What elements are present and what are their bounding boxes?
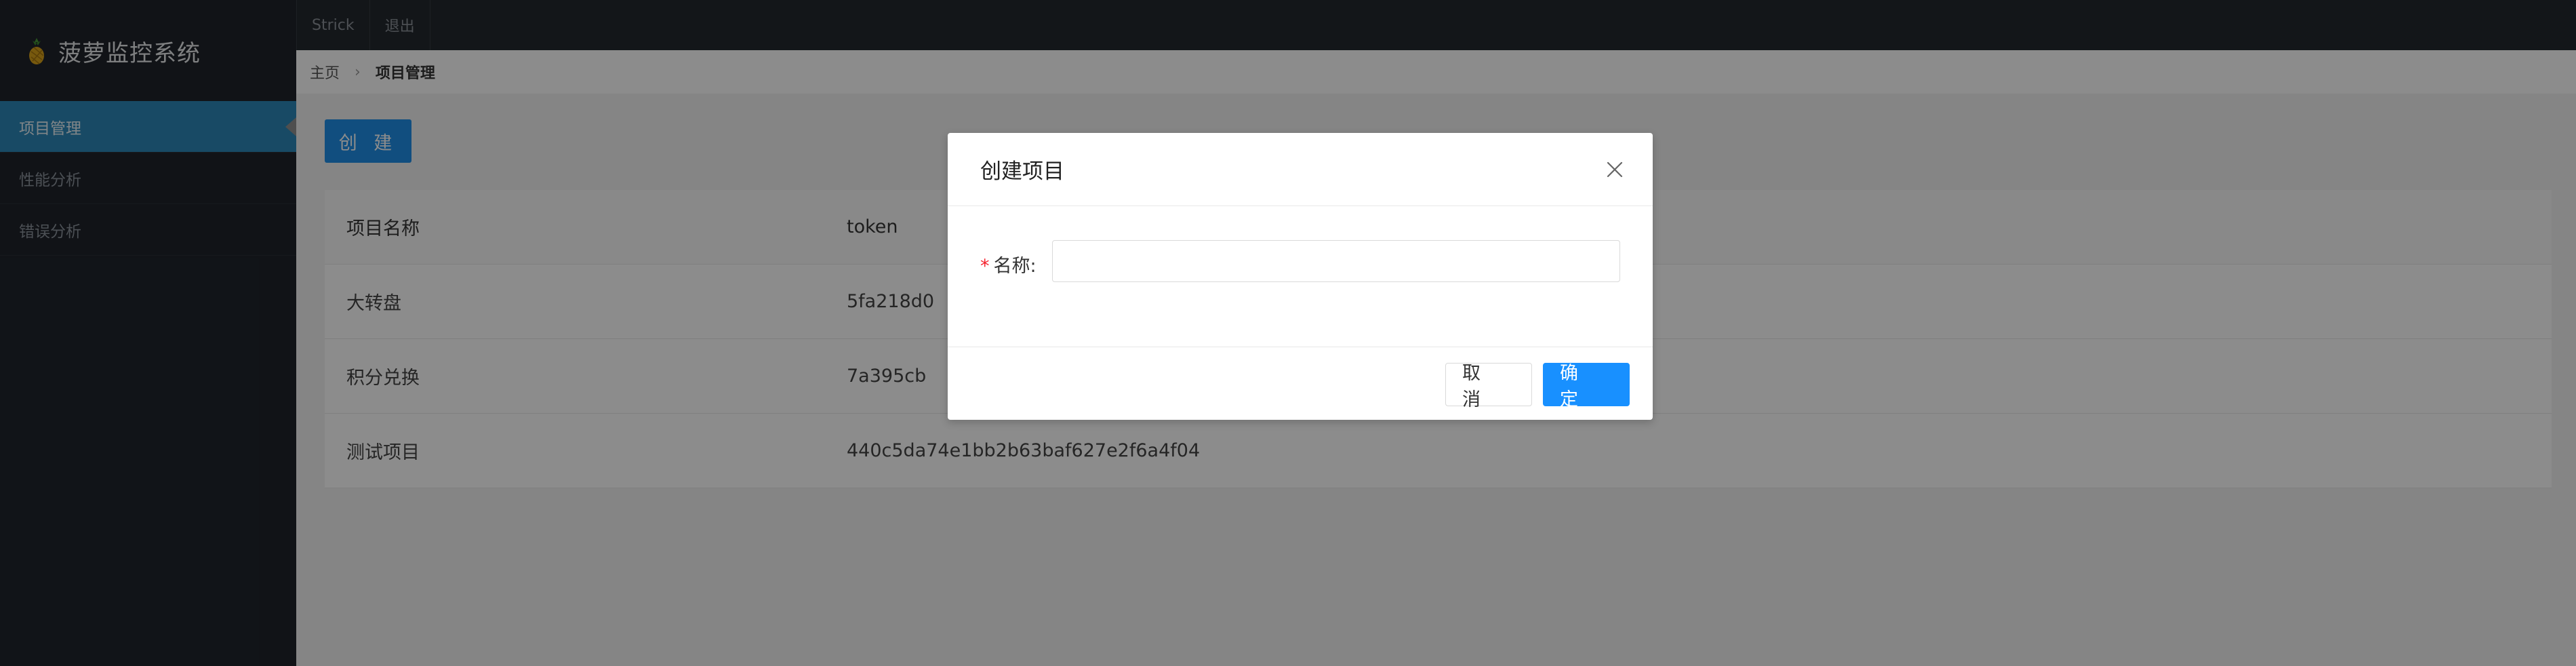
name-label-text: 名称: [993,256,1037,277]
modal-footer: 取 消 确 定 [1445,363,1630,410]
modal-body: * 名称: [948,206,1653,347]
name-field-label: * 名称: [980,251,1037,277]
close-icon[interactable] [1604,159,1626,180]
ok-button[interactable]: 确 定 [1543,363,1630,410]
required-mark: * [980,256,990,277]
cancel-button[interactable]: 取 消 [1445,363,1532,410]
create-project-modal: 创建项目 * 名称: 取 消 确 定 [948,133,1653,420]
name-input[interactable] [1052,240,1620,282]
modal-title: 创建项目 [980,159,1064,184]
modal-header: 创建项目 [948,133,1653,206]
